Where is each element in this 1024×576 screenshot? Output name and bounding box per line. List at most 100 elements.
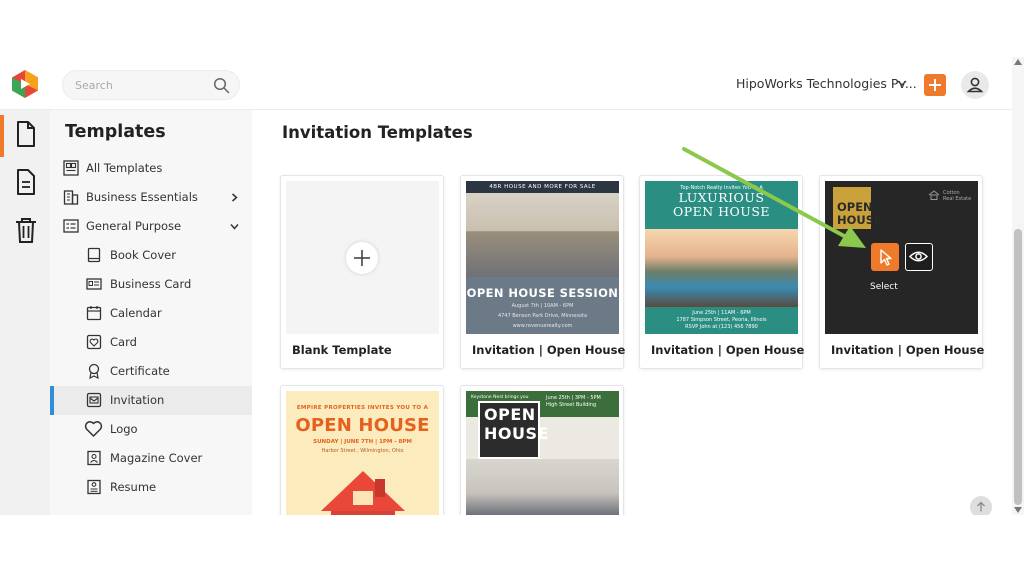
eye-icon — [908, 251, 929, 262]
id-card-icon — [86, 278, 102, 290]
template-thumbnail[interactable] — [286, 181, 439, 334]
template-card-hovered[interactable]: OPEN HOUSE Cotton Real Estate Select Inv… — [819, 175, 985, 369]
template-card[interactable]: EMPIRE PROPERTIES INVITES YOU TO A OPEN … — [280, 385, 444, 515]
template-card-label: Invitation | Open House — [472, 343, 626, 357]
search-box[interactable] — [62, 70, 240, 100]
template-card[interactable]: 4BR HOUSE AND MORE FOR SALE OPEN HOUSE S… — [460, 175, 626, 369]
sidebar-item-card[interactable]: Card — [50, 328, 252, 357]
sidebar-item-logo[interactable]: Logo — [50, 415, 252, 444]
book-icon — [87, 247, 101, 263]
thumbnail-header: Top-Notch Realty Invites You To A LUXURI… — [645, 181, 798, 229]
template-thumbnail[interactable]: OPEN HOUSE Cotton Real Estate Select — [825, 181, 978, 334]
template-thumbnail[interactable]: 4BR HOUSE AND MORE FOR SALE OPEN HOUSE S… — [466, 181, 619, 334]
thumbnail-date: August 7th | 10AM - 6PM — [511, 303, 574, 309]
avatar[interactable] — [961, 71, 989, 99]
thumbnail-date: June 25th | 3PM - 5PM — [546, 395, 601, 401]
living-room-photo — [466, 459, 619, 515]
thumbnail-headline: OPEN HOUSE — [672, 204, 771, 219]
sidebar-item-invitation[interactable]: Invitation — [50, 386, 252, 415]
thumbnail-headline: OPEN HOUSE SESSION — [466, 286, 619, 300]
sidebar-item-book-cover[interactable]: Book Cover — [50, 241, 252, 270]
magazine-icon — [87, 450, 101, 466]
sidebar-item-calendar[interactable]: Calendar — [50, 299, 252, 328]
add-blank-button[interactable] — [346, 242, 378, 274]
thumbnail-brand: Cotton Real Estate — [943, 190, 971, 202]
icon-rail — [0, 110, 50, 515]
create-new-button[interactable] — [924, 74, 946, 96]
cursor-pointer-icon — [880, 249, 892, 266]
thumbnail-date: SUNDAY | JUNE 7TH | 1PM - 8PM — [313, 439, 412, 445]
template-card[interactable]: Keystone Nest brings you June 25th | 3PM… — [460, 385, 624, 515]
search-input[interactable] — [75, 76, 211, 94]
sidebar-item-label: Invitation — [110, 393, 165, 407]
brand-line-2: Real Estate — [943, 196, 972, 202]
list-icon — [63, 219, 79, 233]
thumbnail-date: June 25th | 11AM - 6PM — [692, 310, 751, 316]
sidebar-item-magazine-cover[interactable]: Magazine Cover — [50, 444, 252, 473]
sidebar-item-label: General Purpose — [86, 219, 182, 233]
top-header: HipoWorks Technologies Pv... — [0, 57, 1012, 110]
house-illustration — [321, 471, 405, 515]
headline-line-1: OPEN — [484, 405, 536, 424]
thumbnail-website: www.revenuerealty.com — [512, 323, 573, 329]
rail-active-indicator — [0, 115, 4, 157]
scroll-up-arrow-icon[interactable] — [1014, 59, 1022, 65]
calendar-icon — [86, 306, 102, 321]
app-window: HipoWorks Technologies Pv... — [0, 57, 1024, 515]
document-icon[interactable] — [13, 168, 39, 196]
scrollbar-thumb[interactable] — [1014, 229, 1022, 505]
sidebar-item-certificate[interactable]: Certificate — [50, 357, 252, 386]
templates-icon[interactable] — [13, 120, 39, 148]
card-icon — [86, 334, 102, 350]
sidebar-item-label: Book Cover — [110, 248, 176, 262]
sidebar-item-label: Business Card — [110, 277, 192, 291]
template-card-blank[interactable]: Blank Template — [280, 175, 444, 369]
thumbnail-rsvp: RSVP John at (123) 456 7890 — [685, 324, 758, 330]
page-title: Invitation Templates — [282, 123, 473, 142]
main-content: Invitation Templates Blank Template 4BR … — [252, 110, 1012, 515]
template-thumbnail[interactable]: EMPIRE PROPERTIES INVITES YOU TO A OPEN … — [286, 391, 439, 515]
scroll-down-arrow-icon[interactable] — [1014, 507, 1022, 513]
sidebar-item-business-essentials[interactable]: Business Essentials — [50, 183, 252, 212]
living-room-photo — [466, 193, 619, 277]
house-logo-icon — [928, 190, 940, 200]
sidebar-item-general-purpose[interactable]: General Purpose — [50, 212, 252, 241]
select-tooltip: Select — [870, 282, 898, 292]
arrow-up-icon — [977, 501, 985, 512]
chevron-down-icon[interactable] — [230, 222, 239, 231]
select-template-button[interactable] — [871, 243, 899, 271]
app-logo-icon[interactable] — [10, 69, 40, 99]
page-scrollbar[interactable] — [1012, 57, 1024, 515]
sidebar-item-label: All Templates — [86, 161, 163, 175]
heart-icon — [84, 421, 103, 437]
thumbnail-headline: OPEN HOUSE — [295, 415, 430, 436]
sidebar-item-all-templates[interactable]: All Templates — [50, 154, 252, 183]
template-thumbnail[interactable]: Keystone Nest brings you June 25th | 3PM… — [466, 391, 619, 515]
organization-switcher[interactable]: HipoWorks Technologies Pv... — [736, 76, 917, 91]
award-icon — [88, 363, 100, 379]
thumbnail-headline: LUXURIOUS — [678, 190, 765, 205]
template-card-label: Invitation | Open House — [831, 343, 985, 357]
sidebar-item-resume[interactable]: Resume — [50, 473, 252, 502]
sidebar-item-label: Certificate — [110, 364, 170, 378]
sidebar-item-label: Magazine Cover — [110, 451, 203, 465]
thumbnail-address: 1787 Simpson Street, Peoria, Illinois — [676, 317, 767, 323]
thumbnail-intro: EMPIRE PROPERTIES INVITES YOU TO A — [296, 405, 429, 411]
template-thumbnail[interactable]: Top-Notch Realty Invites You To A LUXURI… — [645, 181, 798, 334]
trash-icon[interactable] — [13, 216, 39, 244]
thumbnail-intro: Keystone Nest brings you — [471, 395, 529, 400]
templates-sidebar: Templates All Templates Business Essenti… — [50, 110, 252, 515]
scroll-to-top-button[interactable] — [970, 496, 992, 515]
sidebar-item-label: Business Essentials — [86, 190, 198, 204]
sidebar-item-business-card[interactable]: Business Card — [50, 270, 252, 299]
sidebar-item-label: Resume — [110, 480, 157, 494]
thumbnail-address: 4747 Benson Park Drive, Minnesota — [497, 313, 588, 319]
building-icon — [63, 190, 79, 205]
invitation-icon — [86, 392, 102, 408]
template-card[interactable]: Top-Notch Realty Invites You To A LUXURI… — [639, 175, 804, 369]
search-icon[interactable] — [213, 77, 230, 94]
preview-template-button[interactable] — [905, 243, 933, 271]
user-icon — [966, 77, 984, 93]
chevron-right-icon[interactable] — [230, 193, 239, 202]
chevron-down-icon[interactable] — [897, 79, 907, 87]
